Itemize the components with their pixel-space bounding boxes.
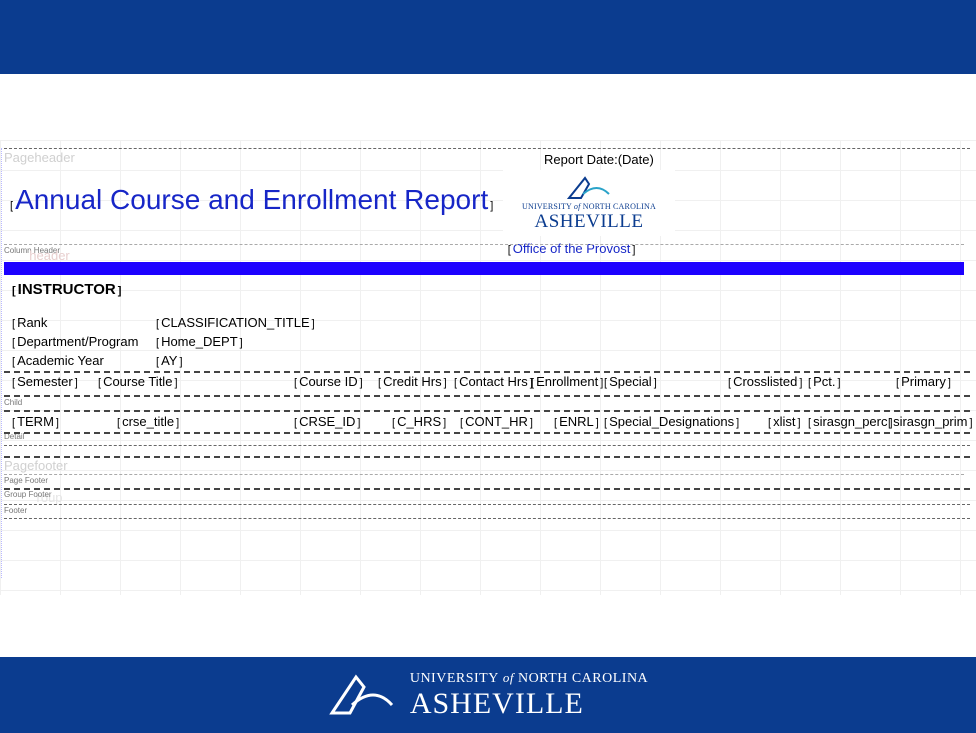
column-header[interactable]: Semester bbox=[8, 374, 82, 389]
kv-row: Rank CLASSIFICATION_TITLE bbox=[12, 314, 319, 333]
kv-label[interactable]: Academic Year bbox=[12, 352, 152, 371]
band-label-groupfooter: Group Footer bbox=[4, 490, 52, 499]
footer-logo-line1: UNIVERSITY of NORTH CAROLINA bbox=[410, 670, 648, 687]
band-divider bbox=[4, 244, 964, 245]
column-header[interactable]: Course ID bbox=[290, 374, 367, 389]
instructor-key-values: Rank CLASSIFICATION_TITLE Department/Pro… bbox=[12, 314, 319, 371]
kv-label[interactable]: Department/Program bbox=[12, 333, 152, 352]
report-designer-canvas: Pageheader Report Date:(Date) Annual Cou… bbox=[0, 140, 976, 595]
detail-field[interactable]: Special_Designations bbox=[600, 414, 743, 429]
band-label-footer: Footer bbox=[4, 506, 27, 515]
detail-field[interactable]: crse_title bbox=[113, 414, 183, 429]
band-label-pagefooter-small: Page Footer bbox=[4, 476, 48, 485]
band-divider bbox=[4, 518, 970, 519]
band-divider bbox=[4, 488, 970, 490]
footer-line1b: of bbox=[503, 670, 514, 685]
column-header[interactable]: Primary bbox=[892, 374, 955, 389]
left-margin-guide bbox=[1, 148, 2, 578]
detail-field[interactable]: TERM bbox=[8, 414, 63, 429]
column-header[interactable]: Contact Hrs bbox=[450, 374, 537, 389]
logo-line2: ASHEVILLE bbox=[535, 211, 644, 233]
band-divider bbox=[4, 432, 970, 434]
detail-field[interactable]: xlist bbox=[764, 414, 805, 429]
band-divider bbox=[4, 395, 970, 397]
slide-top-bar bbox=[0, 0, 976, 74]
kv-row: Department/Program Home_DEPT bbox=[12, 333, 319, 352]
table-column-headers: SemesterCourse TitleCourse IDCredit HrsC… bbox=[4, 374, 964, 396]
column-header[interactable]: Course Title bbox=[94, 374, 182, 389]
logo-line1b: of bbox=[574, 202, 581, 211]
band-label-groupheader: header bbox=[4, 248, 70, 263]
kv-value[interactable]: Home_DEPT bbox=[152, 333, 247, 352]
band-label-child: Child bbox=[4, 398, 22, 407]
column-header[interactable]: Crosslisted bbox=[724, 374, 806, 389]
column-header[interactable]: Special bbox=[600, 374, 661, 389]
detail-field[interactable]: sirasgn_perc bbox=[804, 414, 897, 429]
footer-line1a: UNIVERSITY bbox=[410, 671, 499, 686]
kv-value[interactable]: CLASSIFICATION_TITLE bbox=[152, 314, 319, 333]
slide-bottom-bar: UNIVERSITY of NORTH CAROLINA ASHEVILLE bbox=[0, 657, 976, 733]
unca-logo-mark-icon bbox=[567, 174, 611, 202]
report-title[interactable]: Annual Course and Enrollment Report bbox=[6, 184, 497, 216]
band-divider bbox=[4, 474, 964, 475]
detail-field[interactable]: ENRL bbox=[550, 414, 603, 429]
unca-logo-mark-icon bbox=[328, 671, 396, 719]
logo-line1a: UNIVERSITY bbox=[522, 202, 572, 211]
band-divider bbox=[4, 445, 970, 446]
detail-field[interactable]: sirasgn_prim bbox=[884, 414, 976, 429]
logo-line1: UNIVERSITY of NORTH CAROLINA bbox=[522, 202, 656, 211]
logo-line1c: NORTH CAROLINA bbox=[583, 202, 656, 211]
column-header[interactable]: Pct. bbox=[804, 374, 845, 389]
detail-field[interactable]: CONT_HR bbox=[456, 414, 537, 429]
band-divider bbox=[4, 410, 970, 412]
band-label-pageheader: Pageheader bbox=[4, 150, 75, 165]
report-date-label: Report Date: bbox=[544, 152, 618, 167]
column-header[interactable]: Enrollment bbox=[527, 374, 607, 389]
kv-row: Academic Year AY bbox=[12, 352, 319, 371]
unca-logo: UNIVERSITY of NORTH CAROLINA ASHEVILLE bbox=[503, 170, 675, 236]
footer-line1c: NORTH CAROLINA bbox=[518, 671, 648, 686]
report-date-value: (Date) bbox=[618, 152, 654, 167]
detail-field[interactable]: C_HRS bbox=[388, 414, 450, 429]
band-divider bbox=[4, 371, 970, 373]
blue-separator-bar bbox=[4, 262, 964, 275]
detail-field[interactable]: CRSE_ID bbox=[290, 414, 364, 429]
footer-unca-logo: UNIVERSITY of NORTH CAROLINA ASHEVILLE bbox=[328, 670, 648, 721]
report-date-field[interactable]: Report Date:(Date) bbox=[544, 152, 654, 167]
band-divider bbox=[4, 148, 970, 149]
footer-logo-line2: ASHEVILLE bbox=[410, 687, 648, 721]
band-divider bbox=[4, 504, 970, 505]
kv-value[interactable]: AY bbox=[152, 352, 187, 371]
band-divider bbox=[4, 456, 970, 458]
column-header[interactable]: Credit Hrs bbox=[374, 374, 451, 389]
band-label-pagefooter: Pagefooter bbox=[4, 458, 68, 473]
instructor-heading[interactable]: INSTRUCTOR bbox=[8, 281, 125, 298]
kv-label[interactable]: Rank bbox=[12, 314, 152, 333]
